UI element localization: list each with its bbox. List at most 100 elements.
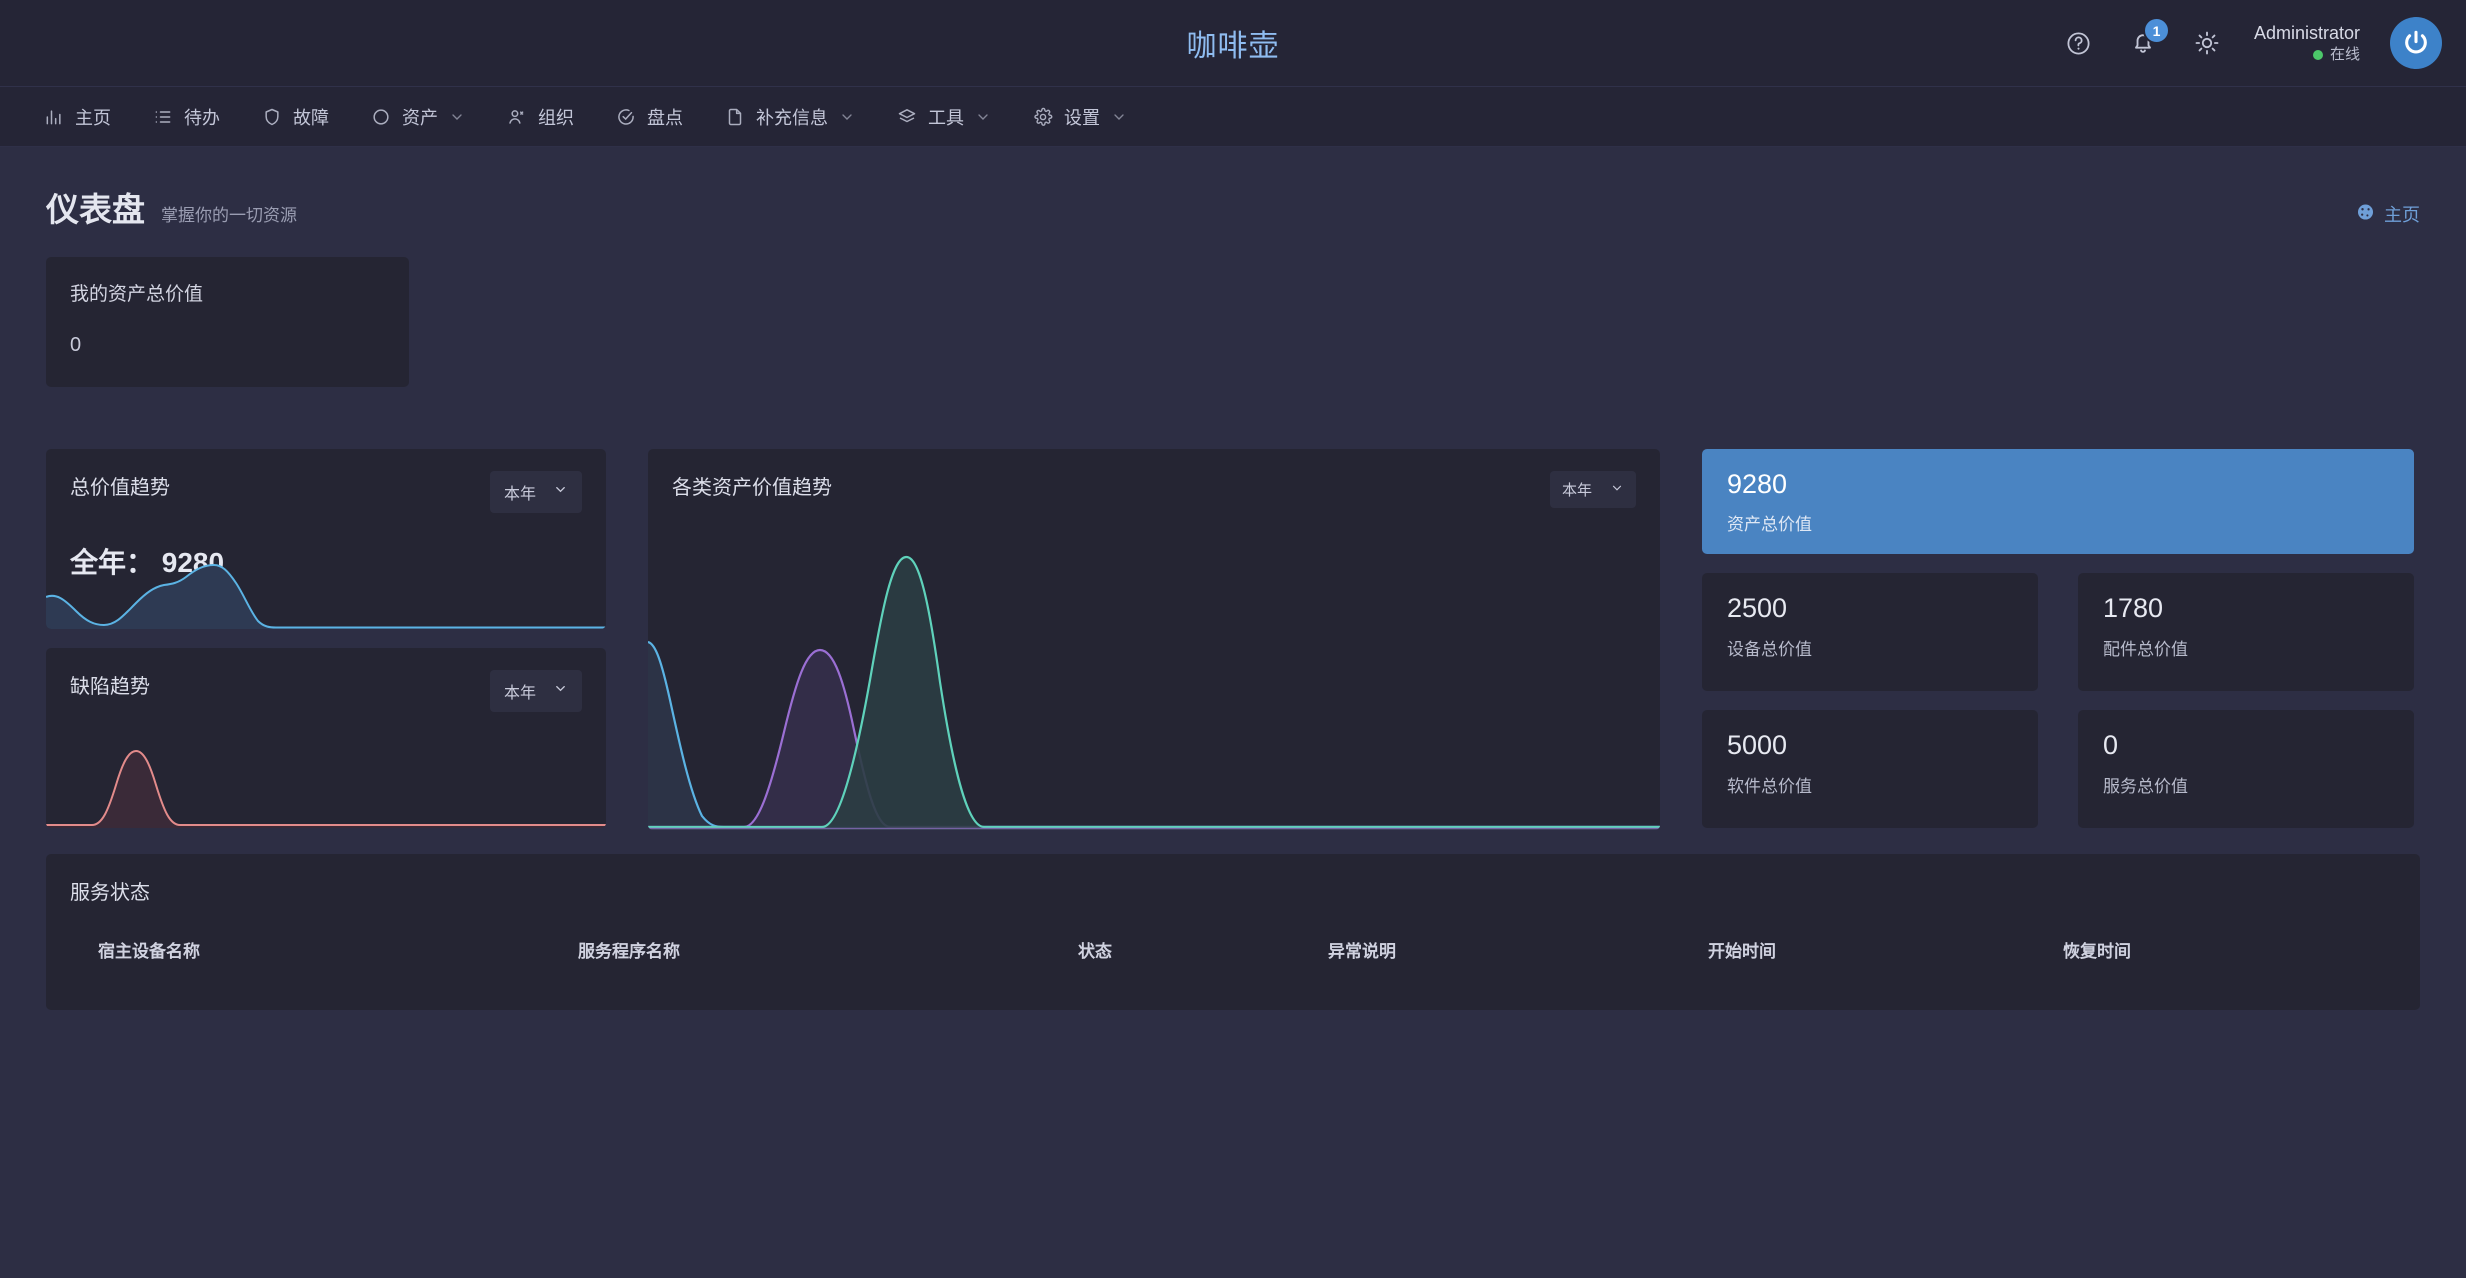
stat-label: 软件总价值 <box>1727 772 2013 797</box>
chevron-down-icon <box>1610 481 1624 499</box>
nav-label: 主页 <box>75 104 111 130</box>
nav-item-fault[interactable]: 故障 <box>244 96 347 138</box>
bar-chart-icon <box>44 107 64 127</box>
chevron-down-icon <box>449 109 465 125</box>
column-header-recover-time: 恢复时间 <box>2035 937 2335 962</box>
asset-category-trend-header: 各类资产价值趋势 本年 <box>648 449 1660 508</box>
notifications-bell-icon[interactable]: 1 <box>2126 26 2160 60</box>
nav-item-home[interactable]: 主页 <box>26 96 129 138</box>
chevron-down-icon <box>975 109 991 125</box>
stat-label: 配件总价值 <box>2103 635 2389 660</box>
card-title: 总价值趋势 <box>70 471 170 500</box>
list-icon <box>153 107 173 127</box>
circle-icon <box>371 107 391 127</box>
online-status-dot <box>2313 50 2323 60</box>
nav-item-assets[interactable]: 资产 <box>353 96 483 138</box>
breadcrumb-label: 主页 <box>2384 201 2420 227</box>
user-status-label: 在线 <box>2330 45 2360 65</box>
user-info[interactable]: Administrator 在线 <box>2254 21 2360 66</box>
user-icon <box>507 107 527 127</box>
dashboard-grid: 总价值趋势 本年 全年： 9280 <box>46 449 2420 830</box>
nav-item-inventory[interactable]: 盘点 <box>598 96 701 138</box>
card-title: 各类资产价值趋势 <box>672 471 832 500</box>
stat-card-device-value[interactable]: 2500 设备总价值 <box>1702 573 2038 691</box>
stat-value: 9280 <box>1727 469 2389 500</box>
total-value-trend-card: 总价值趋势 本年 全年： 9280 <box>46 449 606 629</box>
defect-trend-card: 缺陷趋势 本年 <box>46 648 606 828</box>
nav-label: 组织 <box>538 104 574 130</box>
select-value: 本年 <box>1562 479 1592 500</box>
theme-sun-icon[interactable] <box>2190 26 2224 60</box>
chevron-down-icon <box>553 482 568 502</box>
total-value-trend-range-select[interactable]: 本年 <box>490 471 582 513</box>
chevron-down-icon <box>839 109 855 125</box>
stat-value: 0 <box>2103 730 2389 761</box>
dashboard-gauge-icon <box>2355 201 2376 227</box>
page-title: 仪表盘 <box>46 183 145 231</box>
defect-trend-sparkline <box>46 733 606 828</box>
stat-label: 服务总价值 <box>2103 772 2389 797</box>
column-header-exception-note: 异常说明 <box>1300 937 1680 962</box>
top-bar-actions: 1 Administrator 在线 <box>2062 17 2466 69</box>
nav-label: 设置 <box>1064 104 1100 130</box>
asset-category-trend-range-select[interactable]: 本年 <box>1550 471 1636 508</box>
document-icon <box>725 107 745 127</box>
page-header: 仪表盘 掌握你的一切资源 主页 <box>46 147 2420 257</box>
defect-trend-header: 缺陷趋势 本年 <box>46 648 606 712</box>
nav-label: 故障 <box>293 104 329 130</box>
stat-row-2: 5000 软件总价值 0 服务总价值 <box>1702 710 2414 828</box>
stat-value: 1780 <box>2103 593 2389 624</box>
select-value: 本年 <box>504 480 536 504</box>
chevron-down-icon <box>553 681 568 701</box>
nav-label: 盘点 <box>647 104 683 130</box>
stat-card-service-value[interactable]: 0 服务总价值 <box>2078 710 2414 828</box>
nav-item-organization[interactable]: 组织 <box>489 96 592 138</box>
column-header-service-program: 服务程序名称 <box>550 937 1050 962</box>
avatar[interactable] <box>2390 17 2442 69</box>
right-column: 9280 资产总价值 2500 设备总价值 1780 配件总价值 5000 软件… <box>1702 449 2414 828</box>
chevron-down-icon <box>1111 109 1127 125</box>
column-header-start-time: 开始时间 <box>1680 937 2035 962</box>
stat-card-software-value[interactable]: 5000 软件总价值 <box>1702 710 2038 828</box>
notification-badge: 1 <box>2143 17 2170 44</box>
gear-icon <box>1033 107 1053 127</box>
total-value-trend-sparkline <box>46 559 606 629</box>
service-status-card: 服务状态 宿主设备名称 服务程序名称 状态 异常说明 开始时间 恢复时间 <box>46 854 2420 1010</box>
user-status: 在线 <box>2254 45 2360 65</box>
asset-category-trend-card: 各类资产价值趋势 本年 <box>648 449 1660 830</box>
middle-column: 各类资产价值趋势 本年 <box>648 449 1660 830</box>
nav-item-tools[interactable]: 工具 <box>879 96 1009 138</box>
my-asset-total-value: 0 <box>70 334 385 357</box>
main-navigation: 主页 待办 故障 资产 <box>0 87 2466 147</box>
page-subtitle: 掌握你的一切资源 <box>161 201 297 226</box>
top-bar: 咖啡壶 1 Administrator <box>0 0 2466 87</box>
breadcrumb[interactable]: 主页 <box>2355 201 2420 227</box>
stat-row-1: 2500 设备总价值 1780 配件总价值 <box>1702 573 2414 691</box>
total-value-trend-header: 总价值趋势 本年 <box>46 449 606 513</box>
user-name: Administrator <box>2254 21 2360 45</box>
defect-trend-range-select[interactable]: 本年 <box>490 670 582 712</box>
layers-icon <box>897 107 917 127</box>
shield-icon <box>262 107 282 127</box>
select-value: 本年 <box>504 679 536 703</box>
stat-card-accessory-value[interactable]: 1780 配件总价值 <box>2078 573 2414 691</box>
my-asset-total-label: 我的资产总价值 <box>70 279 385 306</box>
service-status-table-header: 宿主设备名称 服务程序名称 状态 异常说明 开始时间 恢复时间 <box>70 937 2396 962</box>
my-asset-total-card: 我的资产总价值 0 <box>46 257 409 387</box>
nav-item-settings[interactable]: 设置 <box>1015 96 1145 138</box>
help-icon[interactable] <box>2062 26 2096 60</box>
stat-label: 设备总价值 <box>1727 635 2013 660</box>
card-title: 缺陷趋势 <box>70 670 150 699</box>
nav-item-supplementary-info[interactable]: 补充信息 <box>707 96 873 138</box>
stat-card-total-asset-value[interactable]: 9280 资产总价值 <box>1702 449 2414 554</box>
nav-label: 补充信息 <box>756 104 828 130</box>
asset-category-trend-chart <box>648 540 1660 830</box>
stat-label: 资产总价值 <box>1727 510 2389 535</box>
left-column: 总价值趋势 本年 全年： 9280 <box>46 449 606 828</box>
stat-value: 2500 <box>1727 593 2013 624</box>
nav-label: 工具 <box>928 104 964 130</box>
nav-label: 资产 <box>402 104 438 130</box>
nav-item-todo[interactable]: 待办 <box>135 96 238 138</box>
column-header-host-device: 宿主设备名称 <box>70 937 550 962</box>
service-status-title: 服务状态 <box>70 876 2396 905</box>
